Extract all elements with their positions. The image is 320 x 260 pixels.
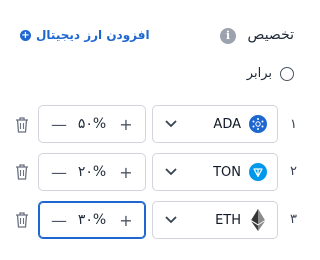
allocation-title: تخصیص <box>247 27 294 43</box>
chevron-down-icon <box>165 168 177 176</box>
trash-icon[interactable] <box>14 116 30 134</box>
equal-label: برابر <box>246 66 272 81</box>
increase-button[interactable]: + <box>119 211 133 230</box>
equal-radio[interactable] <box>280 66 294 81</box>
percent-stepper[interactable]: — ۳۰% + <box>38 201 146 239</box>
chevron-down-icon <box>165 120 177 128</box>
asset-name: ADA <box>213 116 241 132</box>
toncoin-icon <box>249 163 267 181</box>
decrease-button[interactable]: — <box>51 115 67 134</box>
trash-icon[interactable] <box>14 163 30 181</box>
add-crypto-label: افزودن ارز دیجیتال <box>36 28 150 42</box>
asset-select[interactable]: ETH <box>152 201 278 239</box>
ethereum-icon <box>251 209 265 231</box>
cardano-icon <box>249 115 267 133</box>
asset-name: TON <box>213 164 241 180</box>
increase-button[interactable]: + <box>119 163 133 182</box>
asset-select[interactable]: ADA <box>152 105 278 143</box>
percent-value[interactable]: ۵۰% <box>78 116 106 132</box>
plus-icon: + <box>20 29 31 41</box>
percent-stepper[interactable]: — ۲۰% + <box>38 153 146 191</box>
asset-name: ETH <box>215 212 241 228</box>
chevron-down-icon <box>165 216 177 224</box>
percent-value[interactable]: ۳۰% <box>78 212 106 228</box>
row-index: ۱ <box>290 117 297 132</box>
add-crypto-button[interactable]: + افزودن ارز دیجیتال <box>20 28 150 42</box>
trash-icon[interactable] <box>14 211 30 229</box>
decrease-button[interactable]: — <box>51 211 67 230</box>
asset-select[interactable]: TON <box>152 153 278 191</box>
row-index: ۲ <box>290 164 297 179</box>
info-icon[interactable]: i <box>220 28 236 44</box>
percent-stepper[interactable]: — ۵۰% + <box>38 105 146 143</box>
row-index: ۳ <box>290 212 297 227</box>
percent-value[interactable]: ۲۰% <box>78 164 106 180</box>
equal-allocation-option[interactable]: برابر <box>247 66 294 81</box>
increase-button[interactable]: + <box>119 115 133 134</box>
decrease-button[interactable]: — <box>51 163 67 182</box>
